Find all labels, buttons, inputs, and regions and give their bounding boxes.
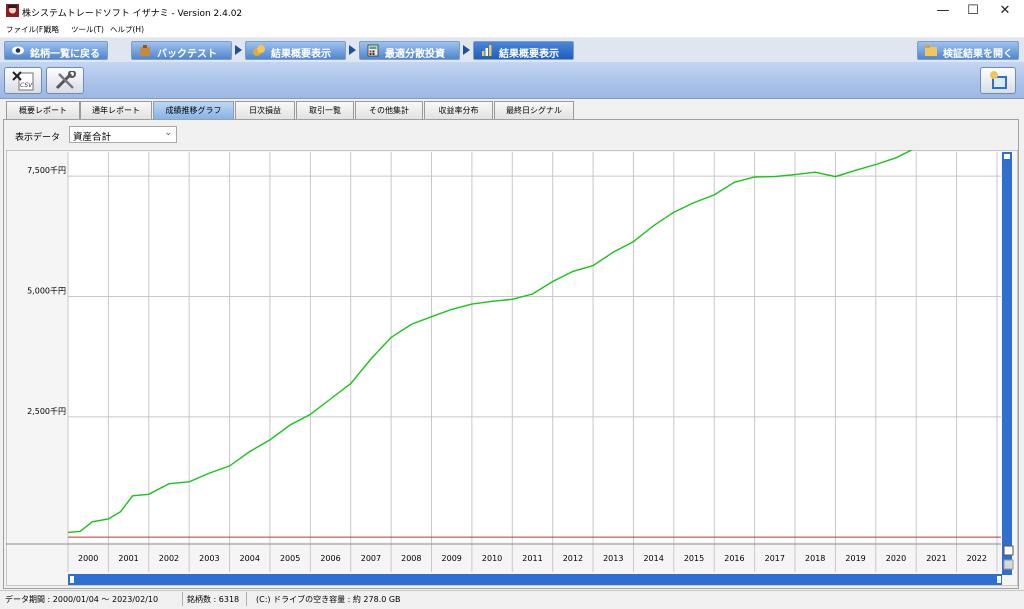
status-drive-space: (C:) ドライブの空き容量 : 約 278.0 GB: [256, 595, 401, 604]
tab-return-distribution[interactable]: 収益率分布: [424, 101, 493, 119]
menu-bar: [0, 22, 1024, 37]
plot-area: [68, 152, 1001, 542]
y-tick-label: 2,500千円: [27, 406, 66, 416]
x-tick-label: 2000: [78, 554, 98, 563]
horizontal-scroll-handle-right: [997, 576, 1001, 583]
coins-icon: [253, 45, 265, 56]
menu-strategy[interactable]: 戦略: [44, 24, 59, 35]
vertical-scroll-thumb: [1004, 154, 1010, 159]
horizontal-scrollbar: [68, 574, 1002, 585]
x-tick-label: 2004: [240, 554, 260, 563]
backtest-button[interactable]: バックテスト: [131, 41, 232, 60]
x-tick-label: 2014: [643, 554, 663, 563]
y-tick-label: 7,500千円: [27, 165, 66, 175]
x-tick-label: 2015: [684, 554, 704, 563]
x-tick-label: 2022: [967, 554, 987, 563]
x-tick-label: 2003: [199, 554, 219, 563]
bar-chart-icon: [482, 45, 492, 56]
minimize-button[interactable]: —: [926, 0, 960, 22]
horizontal-scroll-handle-left: [70, 576, 74, 583]
summary-active-button[interactable]: 結果概要表示: [473, 41, 574, 60]
bag-icon: [140, 45, 150, 56]
app-logo-icon: [6, 4, 19, 17]
x-tick-label: 2005: [280, 554, 300, 563]
back-to-list-button[interactable]: 銘柄一覧に戻る: [4, 41, 108, 60]
report-icon: [990, 71, 1007, 89]
scroll-corner-box: [1003, 559, 1014, 570]
x-tick-label: 2007: [361, 554, 381, 563]
tab-trade-list[interactable]: 取引一覧: [296, 101, 354, 119]
arrow-right-icon: [349, 45, 356, 55]
x-tick-label: 2017: [765, 554, 785, 563]
backtest-label: バックテスト: [157, 49, 217, 60]
toolbar: [0, 62, 1024, 99]
tab-annual-report[interactable]: 通年レポート: [80, 101, 152, 119]
vertical-scrollbar: [1002, 152, 1012, 575]
optimize-button[interactable]: 最適分散投資: [359, 41, 460, 60]
x-tick-label: 2008: [401, 554, 421, 563]
chevron-down-icon: ⌄: [164, 128, 172, 138]
csv-export-button[interactable]: CSV: [4, 67, 42, 94]
display-data-select[interactable]: 資産合計 ⌄: [69, 126, 177, 143]
menu-help[interactable]: ヘルプ(H): [110, 24, 144, 35]
arrow-right-icon: [463, 45, 470, 55]
open-result-label: 検証結果を開く: [943, 49, 1013, 60]
calculator-icon: [367, 44, 379, 57]
report-view-button[interactable]: [980, 67, 1016, 94]
x-tick-label: 2021: [926, 554, 946, 563]
status-stock-count: 銘柄数 : 6318: [187, 595, 240, 604]
status-separator: [182, 592, 183, 606]
optimize-label: 最適分散投資: [385, 49, 445, 60]
tab-final-signal[interactable]: 最終日シグナル: [494, 101, 574, 119]
x-tick-label: 2018: [805, 554, 825, 563]
x-tick-label: 2012: [563, 554, 583, 563]
window-title: 株システムトレードソフト イザナミ - Version 2.4.02: [22, 9, 243, 19]
scroll-corner-box: [1003, 545, 1014, 556]
y-tick-label: 5,000千円: [27, 285, 66, 295]
eye-icon: [12, 46, 24, 55]
open-folder-icon: [925, 45, 937, 56]
status-data-period: データ期間 : 2000/01/04 〜 2023/02/10: [5, 595, 159, 604]
x-tick-label: 2006: [320, 554, 340, 563]
tab-other-summary[interactable]: その他集計: [355, 101, 423, 119]
x-tick-label: 2010: [482, 554, 502, 563]
x-tick-label: 2009: [442, 554, 462, 563]
arrow-right-icon: [235, 45, 242, 55]
menu-file[interactable]: ファイル(F): [6, 24, 46, 35]
maximize-button[interactable]: ☐: [956, 0, 990, 22]
settings-tools-button[interactable]: [46, 67, 84, 94]
x-tick-label: 2013: [603, 554, 623, 563]
tab-daily-pnl[interactable]: 日次損益: [235, 101, 295, 119]
summary-button[interactable]: 結果概要表示: [245, 41, 346, 60]
back-to-list-label: 銘柄一覧に戻る: [30, 49, 100, 60]
summary-active-label: 結果概要表示: [499, 49, 559, 60]
close-button[interactable]: ✕: [988, 0, 1022, 22]
csv-label: CSV: [20, 82, 33, 89]
x-tick-label: 2001: [118, 554, 138, 563]
tab-overview-report[interactable]: 概要レポート: [6, 101, 80, 119]
x-tick-label: 2011: [522, 554, 542, 563]
status-separator: [246, 592, 247, 606]
summary-label: 結果概要表示: [271, 49, 331, 60]
open-result-button[interactable]: 検証結果を開く: [917, 41, 1019, 60]
display-data-value: 資産合計: [73, 132, 112, 143]
wrench-icon: [55, 71, 76, 90]
display-data-label: 表示データ: [15, 133, 61, 143]
menu-tools[interactable]: ツール(T): [71, 24, 104, 35]
x-tick-label: 2002: [159, 554, 179, 563]
chart-svg: 2,500千円 5,000千円 7,500千円 2000 2001 2002 2003 200…: [5, 108, 1019, 587]
x-tick-label: 2020: [886, 554, 906, 563]
tab-performance-graph[interactable]: 成績推移グラフ: [153, 101, 234, 119]
x-tick-label: 2019: [845, 554, 865, 563]
performance-chart: 2,500千円 5,000千円 7,500千円 2000 2001 2002 2003 200…: [5, 108, 1019, 587]
x-tick-label: 2016: [724, 554, 744, 563]
